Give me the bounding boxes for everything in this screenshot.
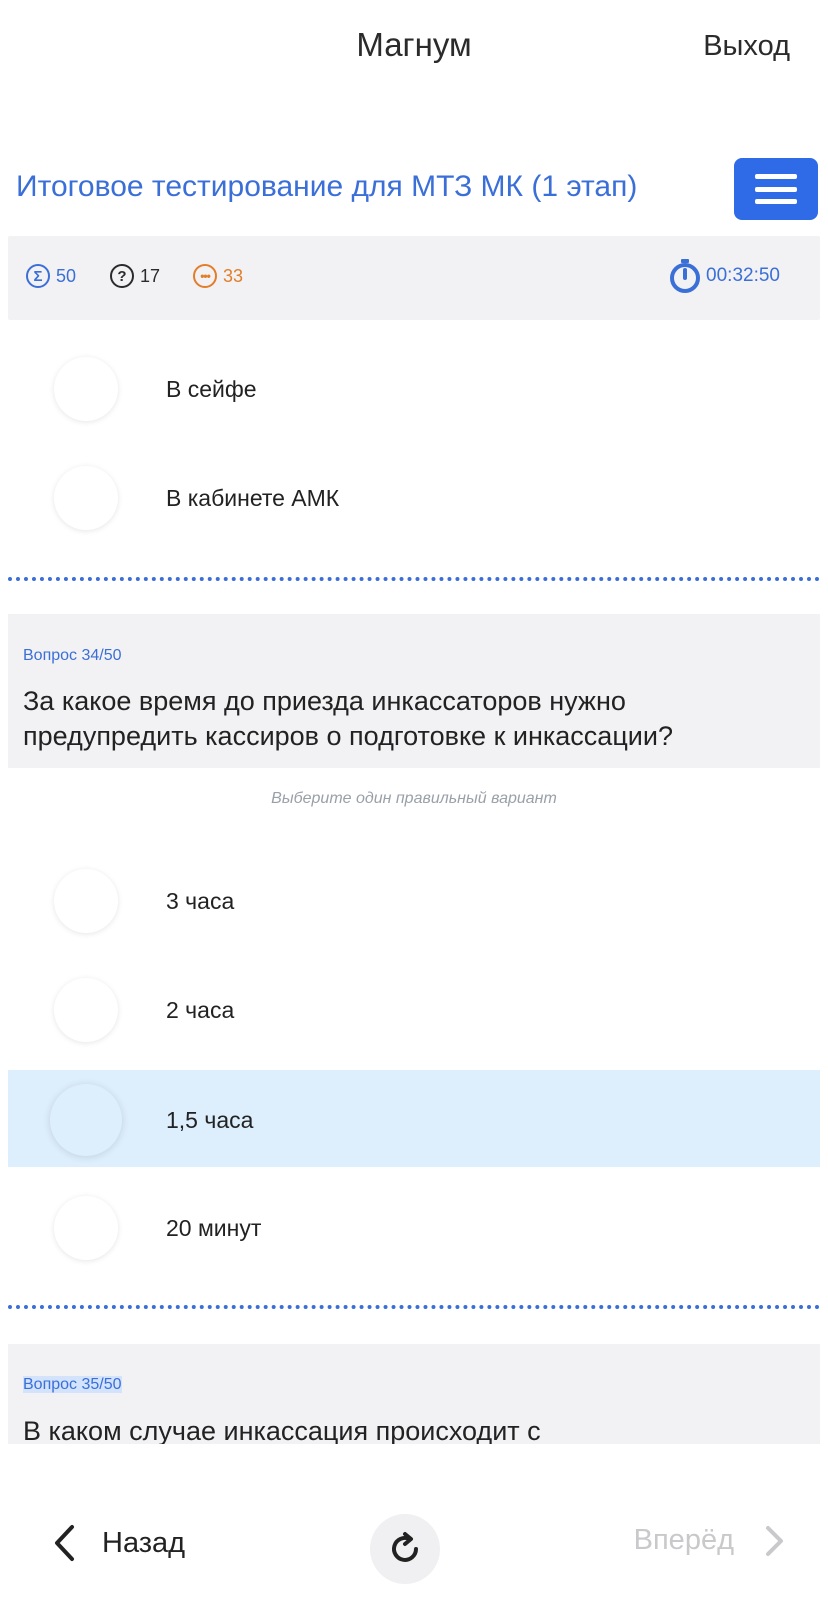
timer-value: 00:32:50: [706, 265, 780, 286]
question-circle-icon: ?: [110, 264, 134, 288]
back-label: Назад: [102, 1526, 186, 1559]
option-label: В кабинете АМК: [166, 485, 340, 511]
question-card: Вопрос 35/50 В каком случае инкассация п…: [8, 1344, 820, 1444]
question-divider: [8, 1305, 820, 1309]
question-text: За какое время до приезда инкассаторов н…: [23, 686, 673, 751]
sigma-icon: Σ: [26, 264, 50, 288]
stat-total: Σ 50: [26, 264, 76, 288]
ellipsis-circle-icon: •••: [193, 264, 217, 288]
question-text: В каком случае инкассация происходит с: [23, 1416, 541, 1444]
radio-button[interactable]: [54, 869, 118, 933]
option-label: 20 минут: [166, 1215, 262, 1241]
answer-option[interactable]: 2 часа: [8, 960, 820, 1060]
bottom-nav: Назад Вперёд: [0, 1484, 828, 1612]
hamburger-icon: [755, 174, 797, 204]
radio-button[interactable]: [50, 1084, 122, 1156]
chevron-right-icon: [766, 1525, 783, 1556]
logout-button[interactable]: Выход: [703, 30, 790, 63]
forward-button[interactable]: Вперёд: [634, 1524, 784, 1557]
option-label: В сейфе: [166, 376, 257, 402]
answer-option-selected[interactable]: 1,5 часа: [8, 1070, 820, 1167]
app-header: Магнум Выход: [0, 0, 828, 95]
radio-button[interactable]: [54, 466, 118, 530]
stat-answered: ? 17: [110, 264, 160, 288]
option-label: 1,5 часа: [166, 1107, 254, 1133]
question-number-text: Вопрос 35/50: [23, 1376, 122, 1393]
question-card: Вопрос 34/50 За какое время до приезда и…: [8, 614, 820, 768]
test-title: Итоговое тестирование для МТЗ МК (1 этап…: [16, 170, 638, 203]
option-label: 3 часа: [166, 888, 235, 914]
chevron-left-icon: [55, 1525, 74, 1561]
stat-answered-value: 17: [140, 265, 161, 286]
radio-button[interactable]: [54, 357, 118, 421]
stopwatch-icon: [670, 259, 701, 293]
radio-button[interactable]: [54, 978, 118, 1042]
stat-remaining: ••• 33: [193, 264, 243, 288]
back-button[interactable]: Назад: [52, 1524, 185, 1562]
reload-button[interactable]: [370, 1514, 440, 1584]
stat-total-value: 50: [56, 265, 77, 286]
forward-label: Вперёд: [633, 1524, 734, 1556]
question-number: Вопрос 35/50: [23, 1376, 122, 1394]
menu-button[interactable]: [734, 158, 818, 220]
answer-option[interactable]: 20 минут: [8, 1178, 820, 1278]
question-divider: [8, 577, 820, 581]
test-page: Магнум Выход Итоговое тестирование для М…: [0, 0, 828, 1612]
stat-remaining-value: 33: [223, 265, 244, 286]
answer-option[interactable]: 3 часа: [8, 851, 820, 951]
stats-bar: Σ 50 ? 17 ••• 33 00:32:50: [8, 236, 820, 320]
option-label: 2 часа: [166, 997, 235, 1023]
answer-hint: Выберите один правильный вариант: [271, 790, 557, 807]
reload-icon: [392, 1532, 418, 1562]
answer-option[interactable]: В сейфе: [8, 339, 820, 439]
stat-timer: 00:32:50: [668, 258, 780, 294]
radio-button[interactable]: [54, 1196, 118, 1260]
question-number: Вопрос 34/50: [23, 647, 122, 664]
answer-option[interactable]: В кабинете АМК: [8, 448, 820, 548]
